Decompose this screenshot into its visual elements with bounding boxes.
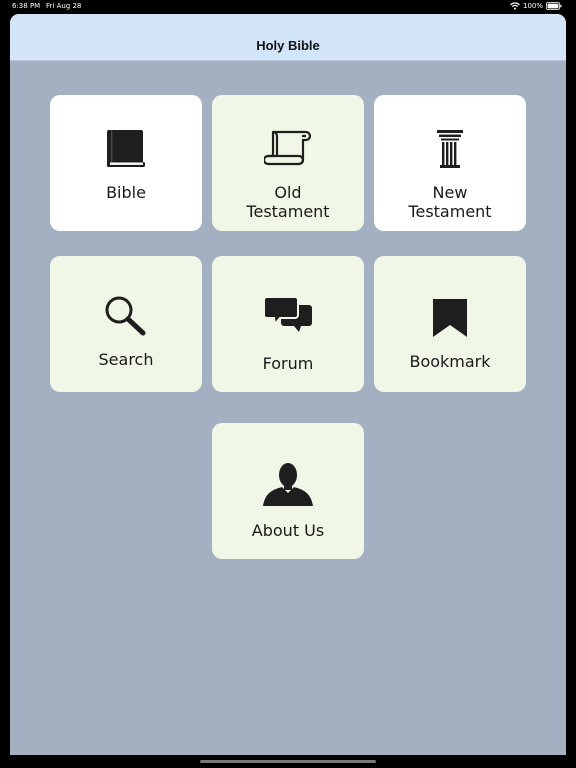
search-label: Search xyxy=(98,350,154,369)
page-title: Holy Bible xyxy=(256,38,320,53)
battery-percent: 100% xyxy=(522,2,543,10)
bible-button[interactable]: Bible xyxy=(50,95,202,231)
about-us-label: About Us xyxy=(251,521,325,540)
wifi-icon xyxy=(510,2,520,10)
device-screen: 6:38 PM Fri Aug 28 100% Holy Bible Bible… xyxy=(0,0,576,768)
bookmark-label: Bookmark xyxy=(409,352,491,371)
forum-label: Forum xyxy=(262,354,314,373)
app-window: Holy Bible Bible Old Testament New Testa… xyxy=(10,14,566,755)
pillar-icon xyxy=(374,129,526,169)
home-indicator xyxy=(200,760,376,763)
status-date: Fri Aug 28 xyxy=(46,2,82,10)
scroll-icon xyxy=(212,129,364,167)
search-button[interactable]: Search xyxy=(50,256,202,392)
about-us-button[interactable]: About Us xyxy=(212,423,364,559)
bookmark-button[interactable]: Bookmark xyxy=(374,256,526,392)
battery-icon xyxy=(546,2,562,10)
new-testament-label: New Testament xyxy=(408,183,492,221)
chat-bubbles-icon xyxy=(212,296,364,334)
person-icon xyxy=(212,461,364,507)
new-testament-button[interactable]: New Testament xyxy=(374,95,526,231)
old-testament-label: Old Testament xyxy=(246,183,330,221)
status-indicators: 100% xyxy=(510,0,562,12)
book-icon xyxy=(50,129,202,169)
bookmark-icon xyxy=(374,298,526,338)
status-bar: 6:38 PM Fri Aug 28 100% xyxy=(0,0,576,12)
navigation-bar: Holy Bible xyxy=(10,14,566,61)
magnifier-icon xyxy=(50,294,202,338)
forum-button[interactable]: Forum xyxy=(212,256,364,392)
status-time: 6:38 PM xyxy=(12,2,41,10)
old-testament-button[interactable]: Old Testament xyxy=(212,95,364,231)
bible-label: Bible xyxy=(106,183,146,202)
